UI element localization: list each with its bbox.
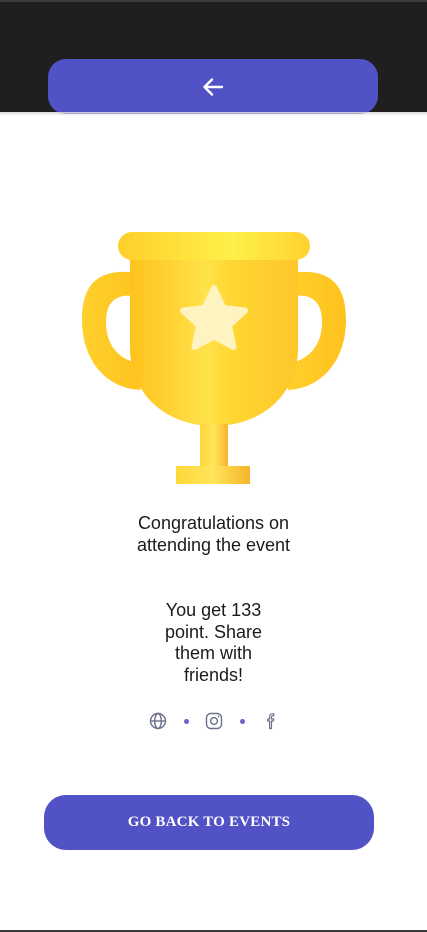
top-bar [0, 0, 427, 114]
trophy-icon [82, 232, 346, 484]
separator-dot [184, 719, 189, 724]
congrats-line-1: Congratulations on [137, 513, 290, 533]
points-line-4: friends! [183, 664, 244, 685]
separator-dot [240, 719, 245, 724]
points-message: You get 133 point. Share them with frien… [0, 600, 427, 686]
go-back-to-events-label: GO BACK TO EVENTS [127, 814, 291, 830]
points-line-2: point. Share [164, 621, 263, 642]
social-share-row [147, 710, 281, 732]
points-line-1: You get 133 [165, 600, 262, 620]
congrats-message: Congratulations on attending the event [0, 512, 427, 556]
congrats-line-2: attending the event [136, 535, 291, 555]
back-button[interactable] [48, 59, 378, 114]
instagram-icon[interactable] [203, 710, 225, 732]
facebook-icon[interactable] [260, 710, 282, 732]
go-back-to-events-button[interactable]: GO BACK TO EVENTS [44, 795, 374, 850]
globe-icon[interactable] [147, 710, 169, 732]
points-line-3: them with [174, 643, 253, 663]
top-bar-shadow [0, 112, 427, 116]
arrow-left-icon [203, 77, 224, 96]
